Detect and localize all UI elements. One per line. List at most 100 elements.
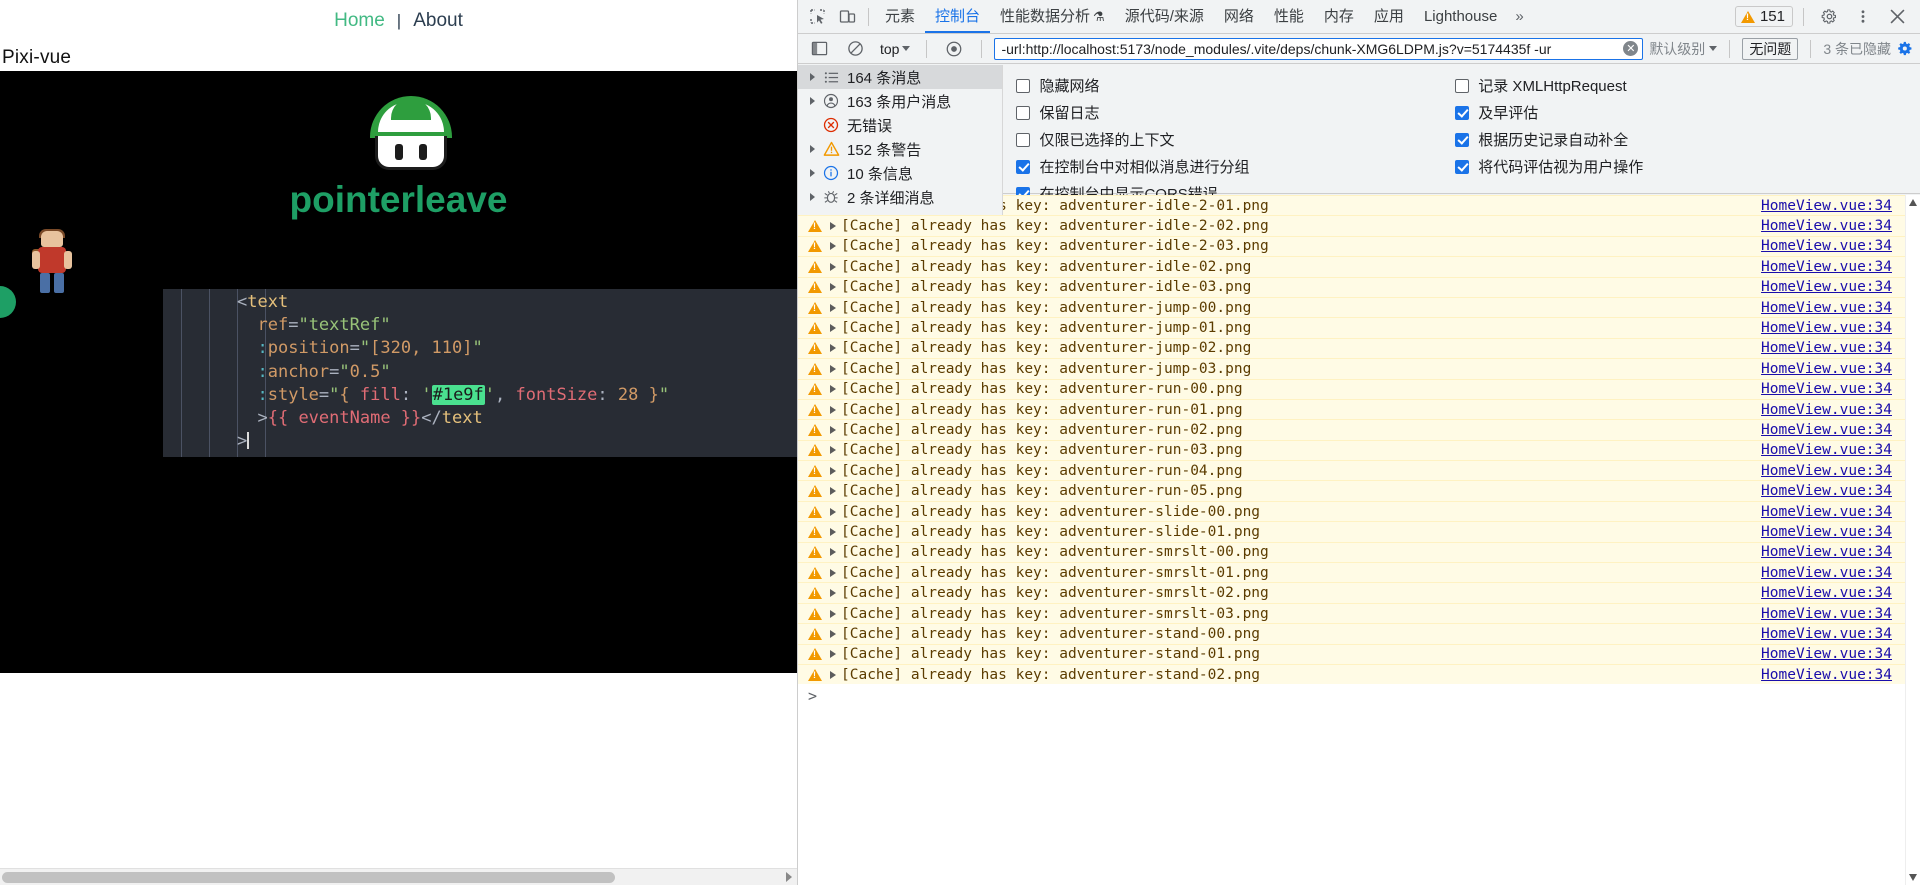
checkbox[interactable] (1016, 78, 1031, 93)
expand-arrow-icon[interactable] (830, 324, 836, 333)
console-log-source-link[interactable]: HomeView.vue:34 (1761, 300, 1892, 316)
expand-arrow-icon[interactable] (830, 670, 836, 679)
page-horizontal-scrollbar[interactable] (0, 868, 797, 885)
console-log-row[interactable]: [Cache] already has key: adventurer-run-… (798, 419, 1920, 440)
expand-arrow-icon[interactable] (830, 629, 836, 638)
device-toolbar-icon[interactable] (832, 3, 862, 31)
expand-arrow-icon[interactable] (830, 364, 836, 373)
setting-log-xhr[interactable]: 记录 XMLHttpRequest (1455, 72, 1920, 99)
console-log-row[interactable]: [Cache] already has key: adventurer-smrs… (798, 602, 1920, 624)
live-expression-icon[interactable] (939, 35, 969, 63)
console-log-row[interactable]: [Cache] already has key: adventurer-stan… (798, 643, 1920, 664)
console-log-row[interactable]: [Cache] already has key: adventurer-idle… (798, 276, 1920, 297)
scroll-right-arrow-icon[interactable] (786, 872, 792, 882)
tab-console[interactable]: 控制台 (925, 0, 990, 33)
console-log-source-link[interactable]: HomeView.vue:34 (1761, 646, 1892, 662)
console-scrollbar[interactable] (1905, 195, 1920, 885)
setting-eager-evaluation[interactable]: 及早评估 (1455, 99, 1920, 126)
sidebar-item-info[interactable]: 10 条信息 (798, 161, 1002, 185)
console-log-source-link[interactable]: HomeView.vue:34 (1761, 259, 1892, 275)
scroll-up-arrow-icon[interactable] (1909, 199, 1917, 206)
clear-filter-icon[interactable]: ✕ (1623, 41, 1639, 56)
expand-arrow-icon[interactable] (830, 548, 836, 557)
kebab-menu-icon[interactable] (1848, 3, 1878, 31)
tab-elements[interactable]: 元素 (875, 0, 925, 33)
console-log-source-link[interactable]: HomeView.vue:34 (1761, 422, 1892, 438)
console-log-row[interactable]: [Cache] already has key: adventurer-idle… (798, 235, 1920, 257)
pixi-canvas[interactable]: pointerleave <text ref="textRef":positi… (0, 71, 797, 673)
nav-link-about[interactable]: About (401, 10, 475, 32)
console-log-row[interactable]: [Cache] already has key: adventurer-run-… (798, 378, 1920, 399)
expand-arrow-icon[interactable] (830, 568, 836, 577)
issues-button[interactable]: 无问题 (1742, 37, 1799, 60)
warning-count-badge[interactable]: 151 (1734, 6, 1793, 27)
expand-arrow-icon[interactable] (830, 609, 836, 618)
setting-hide-network[interactable]: 隐藏网络 (1016, 72, 1441, 99)
sidebar-item-user-messages[interactable]: 163 条用户消息 (798, 89, 1002, 113)
checkbox[interactable] (1455, 132, 1470, 147)
sidebar-item-all-messages[interactable]: 164 条消息 (798, 65, 1002, 89)
console-log-row[interactable]: [Cache] already has key: adventurer-jump… (798, 296, 1920, 318)
sidebar-item-warnings[interactable]: 152 条警告 (798, 137, 1002, 161)
checkbox[interactable] (1016, 105, 1031, 120)
console-log-source-link[interactable]: HomeView.vue:34 (1761, 626, 1892, 642)
console-log-source-link[interactable]: HomeView.vue:34 (1761, 340, 1892, 356)
console-log-source-link[interactable]: HomeView.vue:34 (1761, 279, 1892, 295)
inspect-element-icon[interactable] (802, 3, 832, 31)
expand-arrow-icon[interactable] (830, 405, 836, 414)
console-log-row[interactable]: [Cache] already has key: adventurer-smrs… (798, 582, 1920, 603)
console-log-row[interactable]: [Cache] already has key: adventurer-slid… (798, 521, 1920, 542)
setting-group-similar[interactable]: 在控制台中对相似消息进行分组 (1016, 153, 1441, 180)
console-log-row[interactable]: [Cache] already has key: adventurer-run-… (798, 460, 1920, 481)
console-log-source-link[interactable]: HomeView.vue:34 (1761, 585, 1892, 601)
checkbox[interactable] (1016, 159, 1031, 174)
tab-lighthouse[interactable]: Lighthouse (1414, 0, 1507, 33)
scroll-down-arrow-icon[interactable] (1909, 874, 1917, 881)
console-log-source-link[interactable]: HomeView.vue:34 (1761, 361, 1892, 377)
checkbox[interactable] (1455, 105, 1470, 120)
console-log-row[interactable]: [Cache] already has key: adventurer-run-… (798, 480, 1920, 501)
console-log-source-link[interactable]: HomeView.vue:34 (1761, 320, 1892, 336)
sidebar-item-errors[interactable]: 无错误 (798, 113, 1002, 137)
expand-arrow-icon[interactable] (830, 507, 836, 516)
console-settings-gear-icon[interactable] (1897, 40, 1914, 57)
console-prompt[interactable]: > (798, 684, 1920, 709)
setting-preserve-log[interactable]: 保留日志 (1016, 99, 1441, 126)
console-log-list[interactable]: [Cache] already has key: adventurer-idle… (798, 195, 1920, 885)
console-log-row[interactable]: [Cache] already has key: adventurer-smrs… (798, 562, 1920, 583)
console-log-row[interactable]: [Cache] already has key: adventurer-slid… (798, 500, 1920, 522)
console-log-row[interactable]: [Cache] already has key: adventurer-idle… (798, 256, 1920, 277)
expand-arrow-icon[interactable] (830, 527, 836, 536)
expand-arrow-icon[interactable] (830, 242, 836, 251)
expand-arrow-icon[interactable] (830, 385, 836, 394)
expand-arrow-icon[interactable] (830, 262, 836, 271)
console-log-row[interactable]: [Cache] already has key: adventurer-stan… (798, 623, 1920, 644)
expand-arrow-icon[interactable] (810, 193, 815, 201)
console-log-source-link[interactable]: HomeView.vue:34 (1761, 544, 1892, 560)
console-log-source-link[interactable]: HomeView.vue:34 (1761, 381, 1892, 397)
console-log-source-link[interactable]: HomeView.vue:34 (1761, 565, 1892, 581)
expand-arrow-icon[interactable] (830, 589, 836, 598)
nav-link-home[interactable]: Home (322, 10, 397, 32)
console-log-row[interactable]: [Cache] already has key: adventurer-jump… (798, 337, 1920, 359)
console-log-source-link[interactable]: HomeView.vue:34 (1761, 606, 1892, 622)
more-tabs-icon[interactable]: » (1507, 8, 1531, 25)
checkbox[interactable] (1455, 78, 1470, 93)
clear-console-icon[interactable] (840, 35, 870, 63)
expand-arrow-icon[interactable] (830, 650, 836, 659)
tab-network[interactable]: 网络 (1214, 0, 1264, 33)
expand-arrow-icon[interactable] (810, 169, 815, 177)
expand-arrow-icon[interactable] (830, 466, 836, 475)
console-log-source-link[interactable]: HomeView.vue:34 (1761, 218, 1892, 234)
setting-selected-context-only[interactable]: 仅限已选择的上下文 (1016, 126, 1441, 153)
tab-performance-insights[interactable]: 性能数据分析 ⚗ (990, 0, 1115, 33)
context-selector[interactable]: top (876, 40, 914, 58)
gear-icon[interactable] (1814, 3, 1844, 31)
console-log-row[interactable]: [Cache] already has key: adventurer-smrs… (798, 541, 1920, 563)
console-log-row[interactable]: [Cache] already has key: adventurer-jump… (798, 358, 1920, 379)
close-icon[interactable] (1882, 3, 1912, 31)
console-log-row[interactable]: [Cache] already has key: adventurer-idle… (798, 215, 1920, 236)
console-log-source-link[interactable]: HomeView.vue:34 (1761, 504, 1892, 520)
expand-arrow-icon[interactable] (830, 283, 836, 292)
console-log-row[interactable]: [Cache] already has key: adventurer-run-… (798, 439, 1920, 461)
